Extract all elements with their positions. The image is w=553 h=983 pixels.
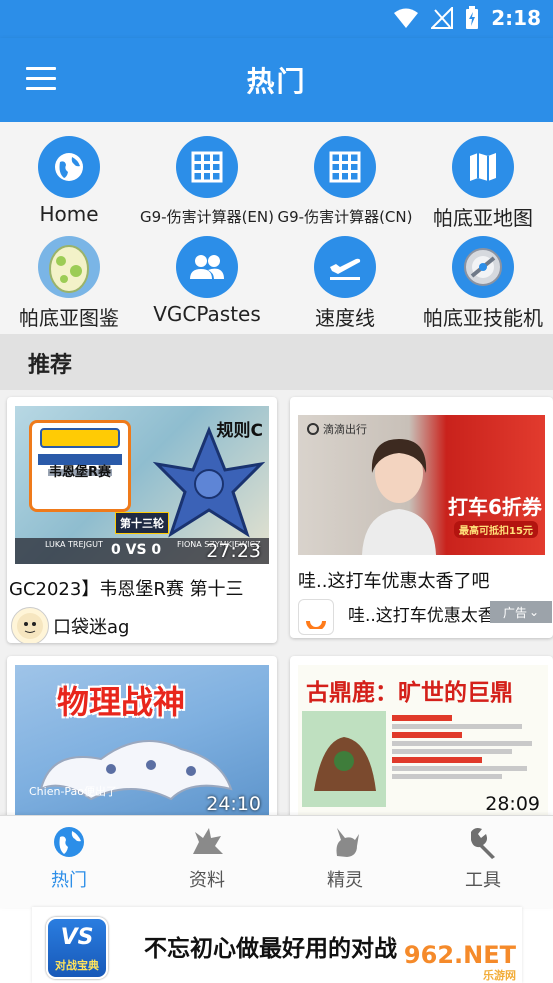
page-title: 热门 (246, 65, 307, 98)
badge-round: 第十三轮 (115, 512, 169, 534)
app-logo: VS 对战宝典 (46, 917, 108, 979)
nav-tools[interactable]: 工具 (414, 824, 552, 892)
stats-block (392, 713, 542, 805)
wifi-icon (394, 8, 419, 28)
shortcut-calc-en[interactable]: G9-伤害计算器(EN) (138, 122, 276, 226)
grid-icon (314, 136, 376, 198)
ad-footer: 哇..这打车优惠太香了吧 广告 ⌄ (298, 597, 552, 635)
pokemon-art (302, 711, 386, 807)
grid-icon (176, 136, 238, 198)
shortcut-label: 帕底亚图鉴 (19, 306, 119, 330)
score-vs: 0 VS 0 (111, 542, 162, 558)
nav-label: 资料 (189, 870, 225, 891)
nav-label: 工具 (465, 870, 501, 891)
video-caption: Chien-Pao便出了 (29, 785, 118, 798)
video-duration: 28:09 (485, 793, 540, 815)
status-time: 2:18 (491, 6, 541, 30)
nav-label: 精灵 (327, 870, 363, 891)
section-title: 推荐 (28, 353, 73, 378)
promo-banner[interactable]: VS 对战宝典 不忘初心做最好用的对战 962.NET 乐游网 (32, 907, 522, 983)
shortcut-home[interactable]: Home (0, 122, 138, 226)
video-duration: 24:10 (206, 793, 261, 815)
promo-sub: 最高可抵扣15元 (454, 521, 538, 538)
badge-rule: 规则C (216, 421, 263, 441)
video-thumbnail: 韦恩堡R赛 规则C 第十三轮 LUKA TREJGUT 0 VS 0 FIONA… (15, 406, 269, 564)
shortcut-paldea-dex[interactable]: 帕底亚图鉴 (0, 222, 138, 330)
battery-charging-icon (466, 6, 479, 29)
status-icons: 2:18 (393, 6, 541, 30)
shortcut-label: 速度线 (315, 306, 375, 330)
ad-badge-label: 广告 (502, 605, 527, 620)
globe-icon (54, 827, 84, 857)
nav-label: 热门 (51, 870, 87, 891)
video-title: GC2023】韦恩堡R赛 第十三 (9, 579, 244, 600)
ad-card[interactable]: 滴滴出行 打车6折券 最高可抵扣15元 哇..这打车优惠太香了吧 哇..这打车优… (290, 397, 553, 638)
video-card[interactable]: 古鼎鹿：旷世的巨鼎 28:09 (290, 656, 553, 815)
watermark-sub: 乐游网 (483, 969, 516, 982)
shortcut-vgcpastes[interactable]: VGCPastes (138, 222, 276, 326)
video-duration: 27:23 (206, 540, 261, 562)
pokemon-silhouette-icon (193, 828, 223, 854)
didi-app-icon (298, 599, 334, 635)
ad-title: 哇..这打车优惠太香了吧 (298, 571, 490, 592)
nav-hot[interactable]: 热门 (0, 824, 138, 892)
video-card[interactable]: 韦恩堡R赛 规则C 第十三轮 LUKA TREJGUT 0 VS 0 FIONA… (7, 397, 277, 643)
avatar (11, 607, 49, 643)
shortcut-speed-line[interactable]: 速度线 (276, 222, 414, 330)
status-bar: 2:18 (0, 0, 553, 38)
didi-logo-icon (307, 423, 319, 435)
shortcut-label: 帕底亚技能机 (423, 306, 543, 330)
nav-sprite[interactable]: 精灵 (276, 824, 414, 892)
ad-subtitle: 哇..这打车优惠太香了吧 (348, 606, 493, 623)
chevron-down-icon: ⌄ (528, 605, 540, 619)
disc-icon (452, 236, 514, 298)
bottom-nav: 热门 资料 精灵 工具 (0, 815, 553, 908)
nav-data[interactable]: 资料 (138, 824, 276, 892)
watermark: 962.NET 乐游网 (404, 941, 516, 983)
ad-badge[interactable]: 广告 ⌄ (490, 601, 552, 623)
person-illustration (362, 439, 436, 555)
pikachu-icon (336, 828, 359, 857)
video-headline: 物理战神 (57, 683, 186, 721)
plane-icon (314, 236, 376, 298)
video-headline: 古鼎鹿：旷世的巨鼎 (306, 680, 513, 706)
recommend-feed: 韦恩堡R赛 规则C 第十三轮 LUKA TREJGUT 0 VS 0 FIONA… (0, 390, 553, 815)
promo-text: 不忘初心做最好用的对战 (144, 936, 397, 962)
author-row: 口袋迷ag (11, 607, 129, 643)
people-icon (176, 236, 238, 298)
shortcut-paldea-map[interactable]: 帕底亚地图 (414, 122, 552, 230)
video-card[interactable]: 物理战神 Chien-Pao便出了 24:10 (7, 656, 277, 815)
shortcut-grid: Home G9-伤害计算器(EN) G9-伤害计算器(CN) 帕底亚地图 帕底亚… (0, 122, 553, 334)
score-left: LUKA TREJGUT (45, 540, 103, 549)
author-name: 口袋迷ag (53, 617, 130, 638)
wrench-icon (471, 828, 495, 859)
ad-thumbnail: 滴滴出行 打车6折券 最高可抵扣15元 (298, 415, 545, 555)
app-bar: 热门 (0, 38, 553, 122)
shortcut-calc-cn[interactable]: G9-伤害计算器(CN) (276, 122, 414, 226)
egg-icon (38, 236, 100, 298)
championship-logo: 韦恩堡R赛 (29, 420, 131, 512)
watermark-text: 962.NET (403, 941, 516, 969)
badge-championship: 韦恩堡R赛 (48, 465, 111, 480)
logo-sub: 对战宝典 (55, 959, 99, 972)
logo-text: VS (60, 925, 94, 950)
globe-icon (38, 136, 100, 198)
signal-icon (431, 7, 454, 29)
shortcut-paldea-tm[interactable]: 帕底亚技能机 (414, 222, 552, 330)
map-icon (452, 136, 514, 198)
promo-text: 打车6折券 (448, 495, 542, 519)
shortcut-label: VGCPastes (153, 302, 261, 326)
video-thumbnail: 物理战神 Chien-Pao便出了 24:10 (15, 665, 269, 815)
video-thumbnail: 古鼎鹿：旷世的巨鼎 28:09 (298, 665, 548, 815)
section-header: 推荐 (0, 334, 553, 390)
